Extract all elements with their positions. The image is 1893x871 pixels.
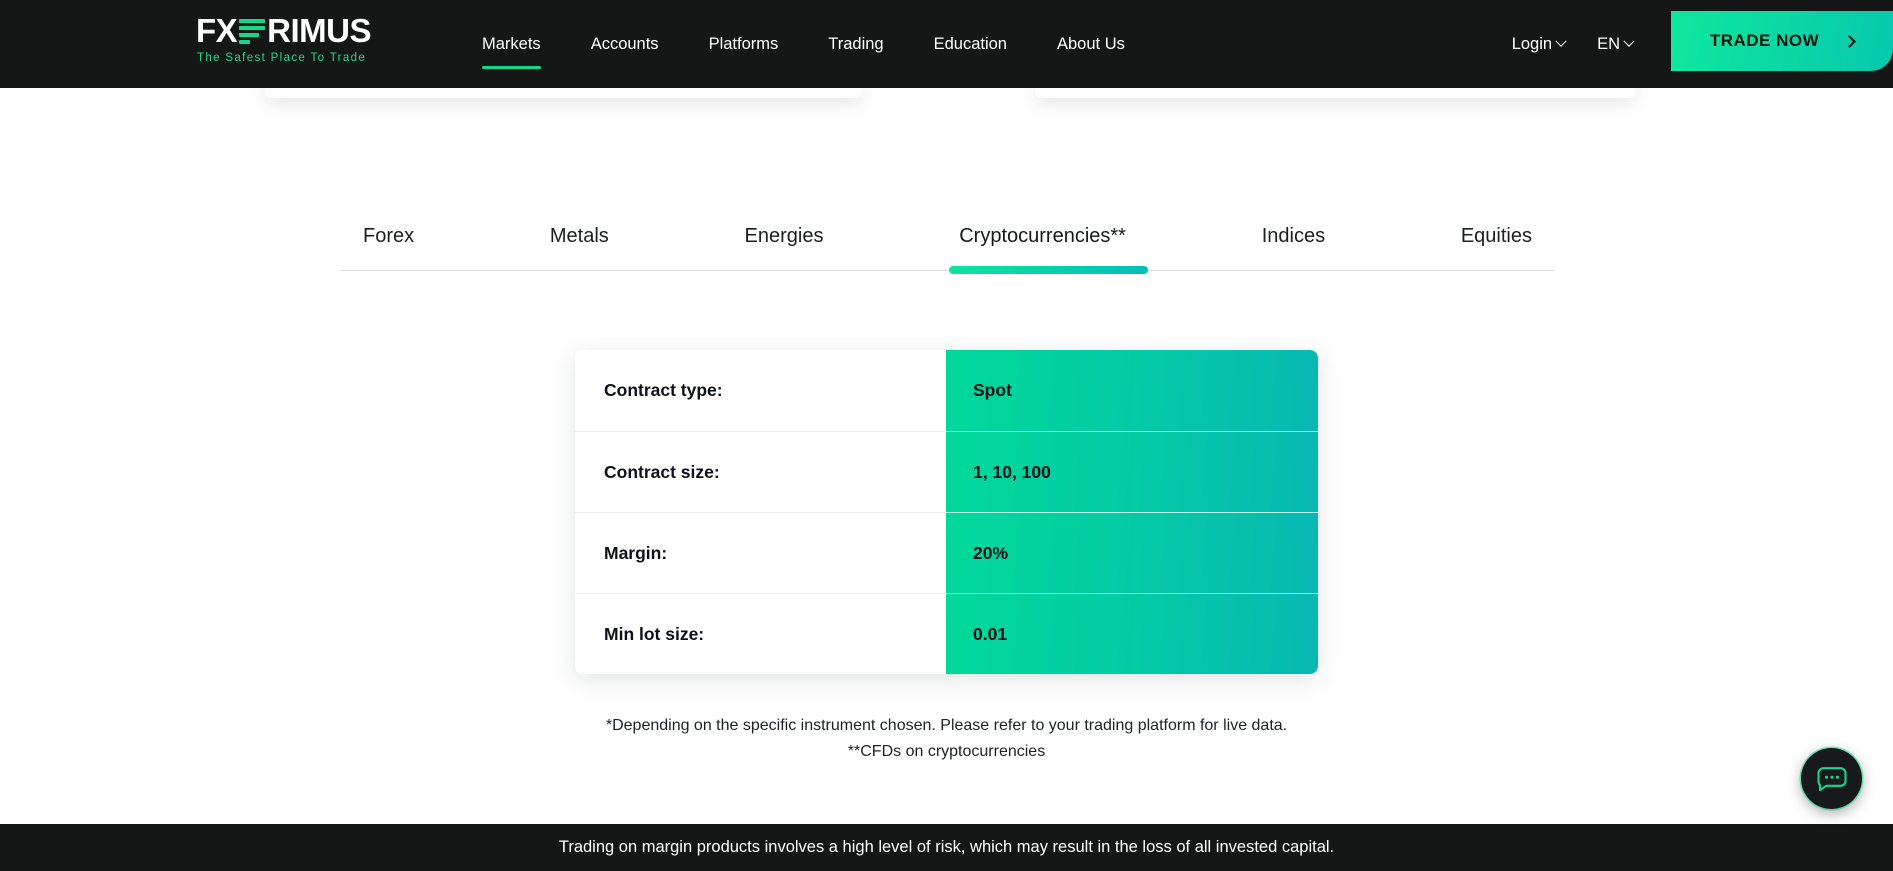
spec-label-margin: Margin: xyxy=(575,512,946,593)
table-row: Contract size: 1, 10, 100 xyxy=(575,431,1318,512)
login-menu[interactable]: Login xyxy=(1511,34,1567,54)
header-actions: Login EN TRADE NOW xyxy=(1512,0,1893,88)
spec-label-contract-type: Contract type: xyxy=(575,350,946,431)
site-header: FX RIMUS The Safest Place To Trade Marke… xyxy=(0,0,1893,88)
tab-indices[interactable]: Indices xyxy=(1262,225,1325,270)
nav-item-education[interactable]: Education xyxy=(934,33,1007,55)
trade-now-label: TRADE NOW xyxy=(1709,31,1820,50)
instrument-category-tabs: Forex Metals Energies Cryptocurrencies**… xyxy=(341,225,1554,274)
nav-item-platforms[interactable]: Platforms xyxy=(709,33,779,55)
logo[interactable]: FX RIMUS The Safest Place To Trade xyxy=(196,12,372,65)
logo-text-fx: FX xyxy=(196,12,238,49)
main-navigation: Markets Accounts Platforms Trading Educa… xyxy=(482,0,1125,88)
risk-disclaimer-text: Trading on margin products involves a hi… xyxy=(558,838,1335,856)
spec-value-margin: 20% xyxy=(946,512,1318,593)
spec-value-contract-type: Spot xyxy=(946,350,1318,431)
nav-item-accounts[interactable]: Accounts xyxy=(591,33,659,55)
trade-now-button[interactable]: TRADE NOW xyxy=(1671,11,1893,71)
active-tab-indicator xyxy=(949,266,1148,274)
chevron-down-icon xyxy=(1555,35,1567,47)
tab-cryptocurrencies[interactable]: Cryptocurrencies** xyxy=(959,225,1126,270)
footnote-line-2: **CFDs on cryptocurrencies xyxy=(847,743,1046,760)
nav-item-about-us[interactable]: About Us xyxy=(1057,33,1125,55)
language-label: EN xyxy=(1597,34,1620,53)
table-row: Min lot size: 0.01 xyxy=(575,593,1318,674)
chat-bubble-dots-icon xyxy=(1816,766,1847,791)
spec-value-contract-size: 1, 10, 100 xyxy=(946,431,1318,512)
tab-equities[interactable]: Equities xyxy=(1461,225,1532,270)
logo-bars-icon xyxy=(239,16,266,46)
logo-wordmark: FX RIMUS xyxy=(196,12,372,49)
tab-divider xyxy=(341,266,1554,274)
login-label: Login xyxy=(1511,34,1553,53)
contract-specs-table: Contract type: Spot Contract size: 1, 10… xyxy=(575,350,1318,674)
partial-cards-above xyxy=(0,80,1893,110)
footnote-line-1: *Depending on the specific instrument ch… xyxy=(605,717,1288,734)
tab-forex[interactable]: Forex xyxy=(363,225,414,270)
nav-item-trading[interactable]: Trading xyxy=(828,33,883,55)
chevron-right-icon xyxy=(1843,34,1857,48)
spec-label-min-lot-size: Min lot size: xyxy=(575,593,946,674)
tab-metals[interactable]: Metals xyxy=(550,225,609,270)
tab-energies[interactable]: Energies xyxy=(745,225,824,270)
logo-tagline: The Safest Place To Trade xyxy=(197,52,367,64)
spec-label-contract-size: Contract size: xyxy=(575,431,946,512)
table-row: Contract type: Spot xyxy=(575,350,1318,431)
logo-text-rimus: RIMUS xyxy=(267,12,372,49)
chat-widget-button[interactable] xyxy=(1801,748,1862,809)
spec-value-min-lot-size: 0.01 xyxy=(946,593,1318,674)
footnotes: *Depending on the specific instrument ch… xyxy=(0,713,1893,765)
table-row: Margin: 20% xyxy=(575,512,1318,593)
language-selector[interactable]: EN xyxy=(1597,34,1635,54)
chevron-down-icon xyxy=(1623,35,1635,47)
risk-disclaimer-bar: Trading on margin products involves a hi… xyxy=(0,824,1893,871)
nav-item-markets[interactable]: Markets xyxy=(482,33,541,69)
tab-list: Forex Metals Energies Cryptocurrencies**… xyxy=(341,225,1554,270)
